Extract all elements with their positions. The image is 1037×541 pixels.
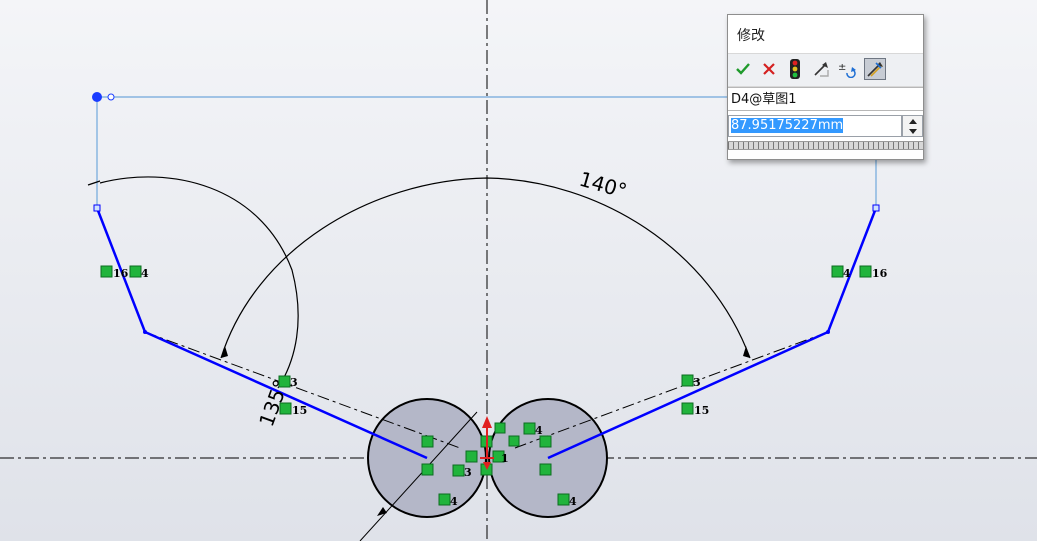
ok-button[interactable] <box>732 58 754 80</box>
leader-arrow <box>377 507 387 516</box>
parallel-relation-icon <box>278 375 291 388</box>
svg-text:3: 3 <box>693 376 701 389</box>
horizontal-relation-icon <box>859 265 872 278</box>
parallel-relation-icon <box>831 265 844 278</box>
check-icon <box>736 63 750 75</box>
arrow-down-icon <box>908 128 917 134</box>
arrow-up-icon <box>908 118 917 124</box>
spin-up-button[interactable] <box>903 116 922 126</box>
coincident-relation-icon <box>539 435 552 448</box>
dimension-value-input[interactable]: 87.95175227mm <box>728 115 902 137</box>
svg-text:4: 4 <box>569 495 577 508</box>
cancel-button[interactable] <box>758 58 780 80</box>
right-vertex[interactable] <box>826 330 830 334</box>
left-vertex[interactable] <box>143 330 147 334</box>
arc-arrow-right <box>743 346 750 358</box>
svg-text:±: ± <box>838 62 846 73</box>
coincident-relation-icon <box>465 450 478 463</box>
dimension-value-text: 87.95175227mm <box>731 118 844 133</box>
horizontal-relation-icon <box>438 493 451 506</box>
arc-arrow-left <box>221 346 228 358</box>
right-endpoint[interactable] <box>872 204 880 212</box>
angle-140-arc[interactable] <box>220 177 751 359</box>
spin-down-button[interactable] <box>903 126 922 136</box>
coincident-relation-icon <box>421 435 434 448</box>
plus-minus-icon: ± <box>838 62 856 78</box>
right-extension-line <box>514 331 829 449</box>
selected-point-handle[interactable] <box>107 93 115 101</box>
svg-text:15: 15 <box>694 404 709 417</box>
rebuild-button[interactable] <box>784 58 806 80</box>
reverse-sense-button[interactable]: ± <box>836 58 858 80</box>
horizontal-relation-icon <box>681 402 694 415</box>
parallel-relation-icon <box>129 265 142 278</box>
svg-text:15: 15 <box>292 404 307 417</box>
mark-for-drawing-button[interactable] <box>864 58 886 80</box>
svg-text:3: 3 <box>290 376 298 389</box>
reset-button[interactable] <box>810 58 832 80</box>
close-icon <box>763 63 775 75</box>
parallel-relation-icon <box>681 374 694 387</box>
modify-dialog[interactable]: 修改 ± D4@草图1 87.95175227mm <box>727 14 924 160</box>
dimension-name-field[interactable]: D4@草图1 <box>728 87 923 111</box>
thumbwheel-slider[interactable] <box>728 141 923 150</box>
parallel-relation-icon <box>452 464 465 477</box>
tangent-relation-icon <box>508 435 520 447</box>
parallel-relation-icon <box>523 422 536 435</box>
svg-text:4: 4 <box>141 267 149 280</box>
horizontal-relation-icon <box>557 493 570 506</box>
left-extension-line <box>144 331 461 449</box>
svg-text:1: 1 <box>501 452 509 465</box>
angle-leader-left <box>87 180 101 186</box>
traffic-light-icon <box>790 59 800 79</box>
svg-text:4: 4 <box>450 495 458 508</box>
coincident-relation-icon <box>421 463 434 476</box>
relations-right-upper: 4 16 <box>831 265 888 280</box>
value-spinner[interactable] <box>902 115 923 137</box>
svg-text:16: 16 <box>872 267 888 280</box>
svg-text:4: 4 <box>535 424 543 437</box>
svg-text:4: 4 <box>843 267 851 280</box>
coincident-relation-icon <box>539 463 552 476</box>
selected-point[interactable] <box>92 92 102 102</box>
tangent-relation-icon <box>494 422 506 434</box>
horizontal-relation-icon <box>279 402 292 415</box>
angle-label-140[interactable]: 140° <box>577 167 630 203</box>
left-endpoint[interactable] <box>93 204 101 212</box>
svg-text:3: 3 <box>464 466 472 479</box>
mark-dimension-icon <box>867 62 883 77</box>
relations-left-upper: 16 4 <box>100 265 149 280</box>
horizontal-relation-icon <box>100 265 113 278</box>
reset-arrow-icon <box>814 62 829 77</box>
svg-text:16: 16 <box>113 267 129 280</box>
dialog-toolbar: ± <box>728 53 923 87</box>
dialog-title: 修改 <box>737 28 765 44</box>
